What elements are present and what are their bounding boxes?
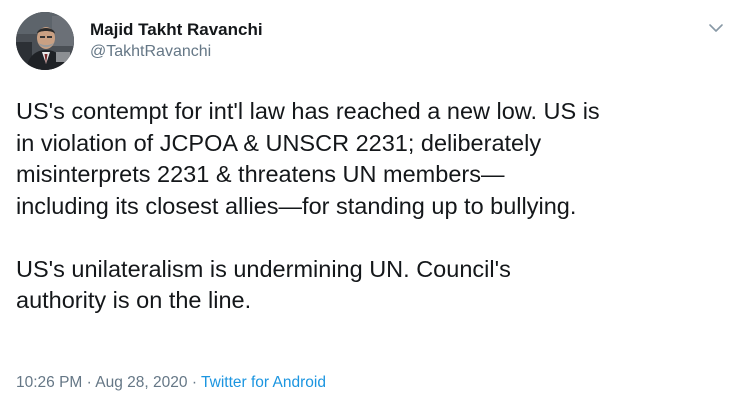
author-block: Majid Takht Ravanchi @TakhtRavanchi xyxy=(90,19,263,62)
tweet-card: Majid Takht Ravanchi @TakhtRavanchi US's… xyxy=(0,0,744,407)
tweet-time[interactable]: 10:26 PM xyxy=(16,374,82,391)
separator-dot: · xyxy=(86,374,92,391)
avatar[interactable] xyxy=(16,12,74,70)
profile-photo xyxy=(16,12,74,70)
tweet-source-link[interactable]: Twitter for Android xyxy=(201,374,326,391)
tweet-line: US's contempt for int'l law has reached … xyxy=(16,98,600,124)
display-name[interactable]: Majid Takht Ravanchi xyxy=(90,19,263,41)
tweet-date[interactable]: Aug 28, 2020 xyxy=(95,374,187,391)
paragraph-break xyxy=(16,222,732,254)
chevron-down-icon xyxy=(709,24,723,32)
tweet-line: in violation of JCPOA & UNSCR 2231; deli… xyxy=(16,129,542,156)
separator-dot: · xyxy=(191,374,198,391)
tweet-meta: 10:26 PM · Aug 28, 2020 · Twitter for An… xyxy=(16,372,326,394)
tweet-text: US's contempt for int'l law has reached … xyxy=(16,96,732,317)
tweet-line: including its closest allies—for standin… xyxy=(16,192,577,219)
tweet-line: US's unilateralism is undermining UN. Co… xyxy=(16,255,511,282)
tweet-line: authority is on the line. xyxy=(16,287,252,313)
tweet-line: misinterprets 2231 & threatens UN member… xyxy=(16,161,505,187)
tweet-menu-button[interactable] xyxy=(706,18,726,38)
user-handle[interactable]: @TakhtRavanchi xyxy=(90,41,263,62)
